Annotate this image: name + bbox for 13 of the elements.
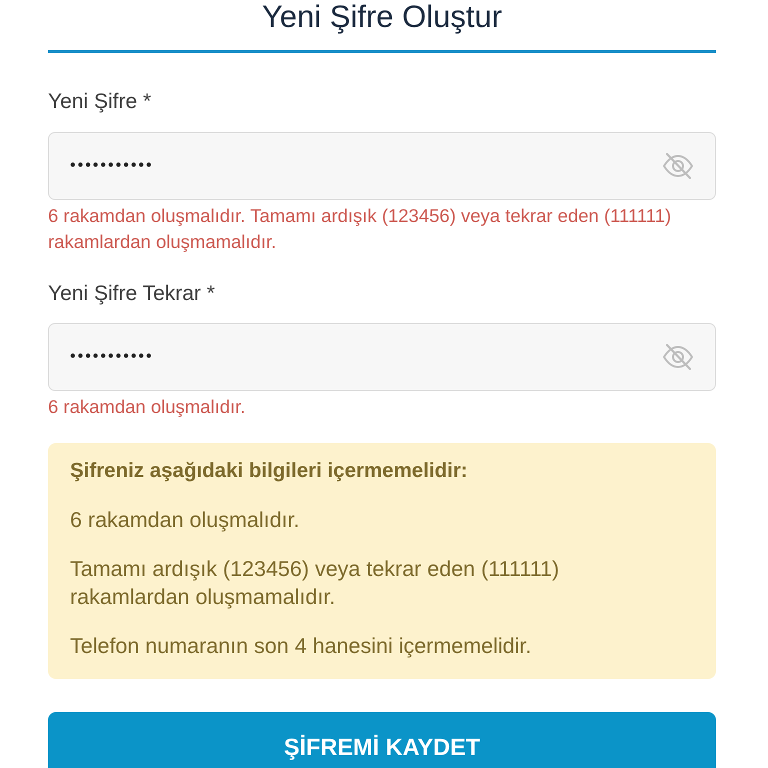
error-message: 6 rakamdan oluşmalıdır. bbox=[48, 395, 246, 419]
password-field[interactable]: ••••••••••• bbox=[48, 323, 716, 391]
field-label: Yeni Şifre * bbox=[48, 90, 152, 114]
page-title: Yeni Şifre Oluştur bbox=[262, 0, 502, 34]
eye-slash-icon[interactable] bbox=[662, 343, 694, 371]
password-field[interactable]: ••••••••••• bbox=[48, 132, 716, 200]
rule-text: Telefon numaranın son 4 hanesini içermemelidir. bbox=[70, 633, 532, 660]
eye-slash-icon[interactable] bbox=[662, 152, 694, 180]
field-label: Yeni Şifre Tekrar * bbox=[48, 282, 215, 306]
rules-heading: Şifreniz aşağıdaki bilgileri içermemelidir: bbox=[70, 458, 468, 484]
error-message: 6 rakamdan oluşmalıdır. Tamamı ardışık (123456) veya tekrar eden (111111) rakamlardan oluşmamalıdır. bbox=[48, 204, 672, 254]
rule-text: Tamamı ardışık (123456) veya tekrar eden (111111) rakamlardan oluşmamalıdır. bbox=[70, 556, 560, 611]
rule-text: 6 rakamdan oluşmalıdır. bbox=[70, 507, 300, 534]
